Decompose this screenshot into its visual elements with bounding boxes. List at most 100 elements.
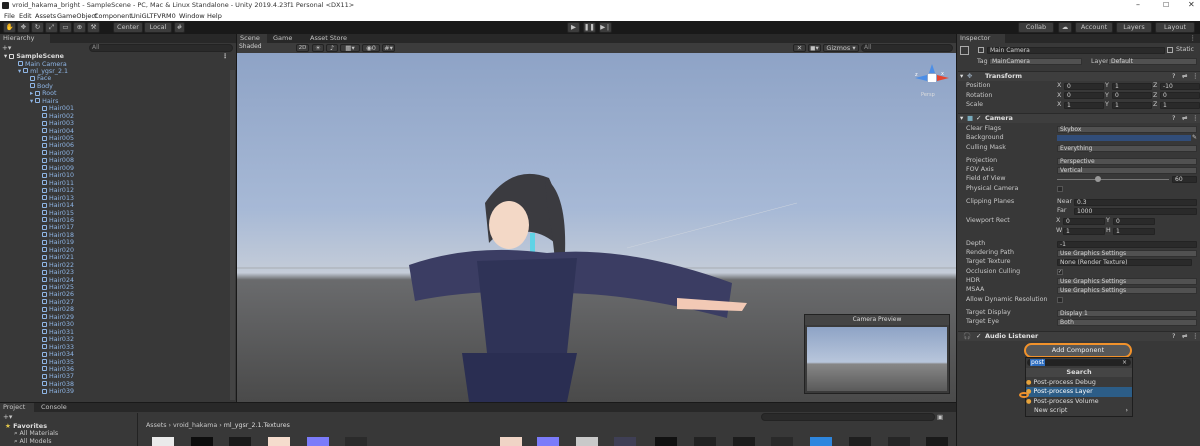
help-icon[interactable]: ? — [1172, 72, 1175, 81]
new-script-item[interactable]: New script › — [1034, 406, 1130, 415]
transform-rotation-z-field[interactable]: 0 — [1160, 92, 1200, 99]
depth-field[interactable]: -1 — [1057, 240, 1197, 248]
cloud-icon[interactable]: ☁ — [1058, 22, 1072, 33]
fov-slider-track[interactable] — [1057, 179, 1169, 180]
hdr-dropdown[interactable]: Use Graphics Settings — [1057, 277, 1197, 285]
hierarchy-row[interactable]: Hair026 — [0, 291, 232, 299]
hierarchy-row[interactable]: Hair007 — [0, 150, 232, 158]
hierarchy-row[interactable]: ▾ Hairs — [0, 98, 232, 106]
target-display-dropdown[interactable]: Display 1 — [1057, 309, 1197, 317]
hierarchy-row[interactable]: Hair004 — [0, 128, 232, 136]
step-icon[interactable]: ▶❘ — [599, 22, 612, 33]
texture-thumbnail[interactable] — [307, 437, 329, 446]
texture-thumbnail[interactable] — [888, 437, 910, 446]
hierarchy-row[interactable]: Hair031 — [0, 329, 232, 337]
hierarchy-row[interactable]: Hair005 — [0, 135, 232, 143]
scene-viewport[interactable]: z x Persp Camera Preview — [237, 53, 956, 402]
grid-snap-icon[interactable]: # — [174, 22, 185, 33]
transform-tool-icon[interactable]: ⊕ — [73, 22, 86, 33]
menu-file[interactable]: File — [4, 12, 15, 20]
component-search-input[interactable]: post × — [1027, 359, 1131, 366]
active-checkbox[interactable] — [978, 47, 984, 53]
far-field[interactable]: 1000 — [1074, 207, 1197, 215]
texture-thumbnail[interactable] — [733, 437, 755, 446]
fav-all-materials[interactable]: ⌕ All Materials — [14, 430, 58, 438]
hierarchy-row[interactable]: Hair023 — [0, 269, 232, 277]
fov-field[interactable]: 60 — [1172, 175, 1197, 183]
texture-thumbnail[interactable] — [345, 437, 367, 446]
static-checkbox[interactable] — [1167, 47, 1173, 53]
transform-scale-y-field[interactable]: 1 — [1112, 101, 1152, 109]
viewport-x-field[interactable]: 0 — [1063, 217, 1105, 225]
favorites-header[interactable]: ★ Favorites — [5, 422, 47, 430]
hand-tool-icon[interactable]: ✋ — [3, 22, 16, 33]
hierarchy-row[interactable]: Hair039 — [0, 388, 232, 396]
hierarchy-row[interactable]: Hair021 — [0, 254, 232, 262]
viewport-h-field[interactable]: 1 — [1113, 227, 1155, 235]
collab-button[interactable]: Collab — [1018, 22, 1054, 33]
menu-vrm0[interactable]: VRM0 — [157, 12, 176, 20]
texture-thumbnail[interactable] — [614, 437, 636, 446]
filter-icon[interactable]: ▣ — [937, 413, 943, 421]
fov-axis-dropdown[interactable]: Vertical — [1057, 166, 1197, 174]
tag-dropdown[interactable]: MainCamera — [989, 58, 1082, 65]
menu-uniglt[interactable]: UniGLTF — [131, 12, 157, 20]
rect-tool-icon[interactable]: ▭ — [59, 22, 72, 33]
breadcrumb-assets[interactable]: Assets — [146, 422, 167, 429]
texture-thumbnail[interactable] — [849, 437, 871, 446]
tab-project[interactable]: Project — [0, 403, 34, 412]
hierarchy-row[interactable]: Hair036 — [0, 366, 232, 374]
hierarchy-row[interactable]: Hair010 — [0, 172, 232, 180]
tools-icon[interactable]: ✕ — [793, 44, 806, 52]
hierarchy-row[interactable]: Hair003 — [0, 120, 232, 128]
rotate-tool-icon[interactable]: ↻ — [31, 22, 44, 33]
tab-hierarchy[interactable]: Hierarchy — [0, 34, 50, 43]
hierarchy-row[interactable]: Hair011 — [0, 180, 232, 188]
close-icon[interactable]: ✕ — [1188, 0, 1195, 9]
near-field[interactable]: 0.3 — [1074, 198, 1197, 206]
fav-all-models[interactable]: ⌕ All Models — [14, 438, 52, 446]
hierarchy-row[interactable]: Hair018 — [0, 232, 232, 240]
hierarchy-row[interactable]: Hair015 — [0, 210, 232, 218]
transform-component-header[interactable]: ▾ ✥ Transform ? ⇌ ⋮ — [958, 71, 1200, 81]
layer-dropdown[interactable]: Default — [1108, 58, 1197, 65]
create-asset-icon[interactable]: +▾ — [3, 413, 12, 421]
transform-rotation-y-field[interactable]: 0 — [1112, 92, 1152, 99]
background-color-swatch[interactable] — [1057, 135, 1191, 141]
target-texture-field[interactable]: None (Render Texture) — [1057, 258, 1192, 266]
hierarchy-row[interactable]: ▸ Root — [0, 90, 232, 98]
breadcrumb-textures[interactable]: ml_ygsr_2.1.Textures — [224, 422, 290, 429]
hierarchy-row[interactable]: Hair022 — [0, 262, 232, 270]
hierarchy-row[interactable]: Hair019 — [0, 239, 232, 247]
tab-scene[interactable]: Scene — [237, 34, 267, 43]
viewport-w-field[interactable]: 1 — [1063, 227, 1105, 235]
move-tool-icon[interactable]: ✥ — [17, 22, 30, 33]
hierarchy-row[interactable]: Hair014 — [0, 202, 232, 210]
hierarchy-row[interactable]: Hair029 — [0, 314, 232, 322]
viewport-y-field[interactable]: 0 — [1113, 217, 1155, 225]
hierarchy-row[interactable]: Hair033 — [0, 344, 232, 352]
target-eye-dropdown[interactable]: Both — [1057, 318, 1197, 326]
play-icon[interactable]: ▶ — [567, 22, 580, 33]
menu-help[interactable]: Help — [207, 12, 222, 20]
audio-listener-header[interactable]: 🎧 ✓ Audio Listener ? ⇌ ⋮ — [958, 331, 1200, 341]
hierarchy-scrollbar[interactable] — [230, 70, 235, 400]
texture-thumbnail[interactable] — [926, 437, 948, 446]
dynamic-resolution-checkbox[interactable] — [1057, 297, 1063, 303]
audio-icon[interactable]: ♪ — [326, 44, 338, 52]
texture-thumbnail[interactable] — [694, 437, 716, 446]
camera-component-header[interactable]: ▾ ■ ✓ Camera ? ⇌ ⋮ — [958, 113, 1200, 123]
orientation-gizmo[interactable]: z x Persp — [915, 64, 949, 100]
hierarchy-row[interactable]: Hair028 — [0, 306, 232, 314]
layers-dropdown[interactable]: Layers — [1116, 22, 1152, 33]
preset-icon[interactable]: ⇌ — [1182, 114, 1187, 123]
component-menu-icon[interactable]: ⋮ — [1192, 72, 1199, 81]
help-icon[interactable]: ? — [1172, 114, 1175, 123]
hierarchy-row[interactable]: Face — [0, 75, 232, 83]
texture-thumbnail[interactable] — [655, 437, 677, 446]
hierarchy-row[interactable]: Hair008 — [0, 157, 232, 165]
scale-tool-icon[interactable]: ⤢ — [45, 22, 58, 33]
texture-thumbnail[interactable] — [771, 437, 793, 446]
hidden-objects-icon[interactable]: ◉0 — [362, 44, 380, 52]
texture-thumbnail[interactable] — [537, 437, 559, 446]
